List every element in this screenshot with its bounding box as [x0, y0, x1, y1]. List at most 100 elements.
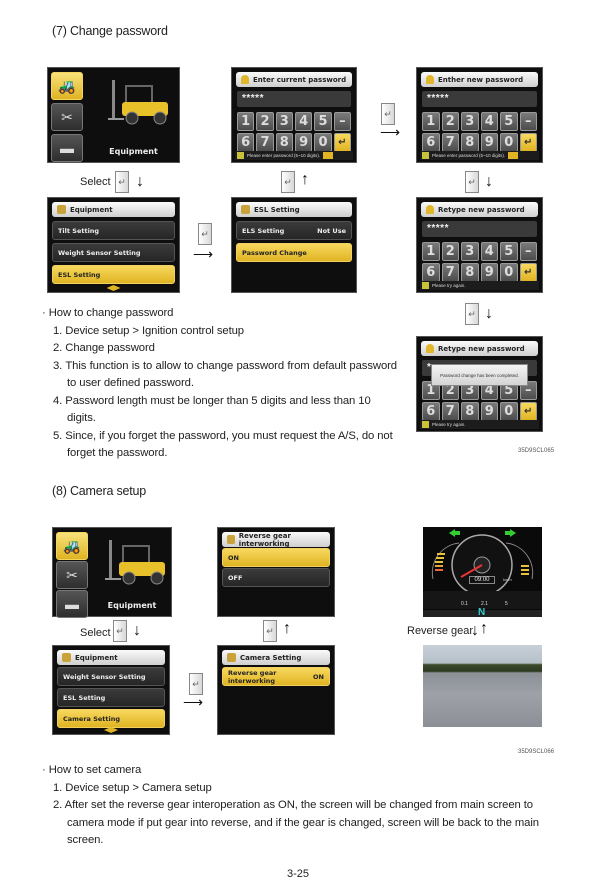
key-5[interactable]: 5 [500, 242, 518, 261]
key-0[interactable]: 0 [500, 133, 518, 152]
key-1[interactable]: 1 [422, 242, 440, 261]
menu-item-password-change[interactable]: Password Change [236, 243, 352, 262]
forklift-icon [62, 653, 71, 662]
key-2[interactable]: 2 [256, 112, 274, 131]
key-2[interactable]: 2 [441, 242, 459, 261]
key-9[interactable]: 9 [480, 133, 498, 152]
menu-item-els-setting[interactable]: ELS Setting Not Use [236, 221, 352, 240]
key-7[interactable]: 7 [441, 263, 459, 282]
forklift-icon [227, 653, 236, 662]
key-6[interactable]: 6 [422, 402, 440, 421]
status-text: Please try again. [432, 283, 466, 288]
instructions-heading: · How to change password [42, 307, 174, 319]
menu-item-reverse-gear[interactable]: Reverse gear interworking ON [222, 667, 330, 686]
select-label: Select [80, 176, 111, 188]
key-9[interactable]: 9 [480, 402, 498, 421]
speed-unit: km/h [503, 577, 512, 582]
page-number: 3-25 [287, 868, 310, 880]
option-label: ON [228, 553, 239, 562]
key-9[interactable]: 9 [480, 263, 498, 282]
menu-item-tilt-setting[interactable]: Tilt Setting [52, 221, 175, 240]
display-icon[interactable]: ▬ [51, 134, 83, 162]
equipment-tab-icon[interactable]: 🚜 [56, 532, 88, 560]
current-password-screen: Enter current password ***** 1 2 3 4 5 –… [231, 67, 357, 163]
select-label: Select [80, 627, 111, 639]
instruction-item: 5. Since, if you forget the password, yo… [53, 429, 393, 460]
key-4[interactable]: 4 [295, 112, 313, 131]
main-menu-screen: 🚜 ✂ ▬ Equipment [47, 67, 180, 163]
key-6[interactable]: 6 [422, 263, 440, 282]
scroll-updown-icon[interactable] [106, 285, 121, 291]
key-2[interactable]: 2 [441, 112, 459, 131]
tools-icon[interactable]: ✂ [51, 103, 83, 131]
screen-title: Retype new password [438, 344, 525, 353]
equipment-tab-icon[interactable]: 🚜 [51, 72, 83, 100]
key-7[interactable]: 7 [256, 133, 274, 152]
key-3[interactable]: 3 [275, 112, 293, 131]
instruction-item: 2. Change password [53, 342, 155, 354]
key-enter[interactable]: ↵ [519, 263, 537, 282]
menu-item-weight-sensor[interactable]: Weight Sensor Setting [57, 667, 165, 686]
option-on[interactable]: ON [222, 548, 330, 567]
tools-icon[interactable]: ✂ [56, 561, 88, 589]
key-8[interactable]: 8 [461, 133, 479, 152]
readout-2: 5 [505, 601, 508, 607]
figure-id: 35D9SCL066 [518, 749, 555, 755]
menu-item-esl-setting[interactable]: ESL Setting [52, 265, 175, 284]
key-7[interactable]: 7 [441, 402, 459, 421]
arrow-down-icon: ↓ [133, 622, 141, 639]
key-8[interactable]: 8 [461, 402, 479, 421]
arrow-right-icon: ⟶ [193, 246, 214, 262]
display-icon[interactable]: ▬ [56, 590, 88, 618]
heading-text: How to set camera [48, 764, 142, 776]
key-7[interactable]: 7 [441, 133, 459, 152]
key-3[interactable]: 3 [461, 242, 479, 261]
key-minus[interactable]: – [333, 112, 351, 131]
option-off[interactable]: OFF [222, 568, 330, 587]
retype-password-screen: Retype new password ***** 1 2 3 4 5 – 6 … [416, 197, 543, 293]
status-text: Please try again. [432, 422, 466, 427]
password-field[interactable]: ***** [422, 221, 537, 237]
key-4[interactable]: 4 [480, 112, 498, 131]
password-complete-screen: Retype new password *···· 1 2 3 4 5 – 6 … [416, 336, 543, 432]
key-1[interactable]: 1 [237, 112, 255, 131]
key-0[interactable]: 0 [500, 402, 518, 421]
key-3[interactable]: 3 [461, 112, 479, 131]
key-4[interactable]: 4 [480, 242, 498, 261]
arrow-right-icon: ⟶ [380, 124, 401, 140]
key-9[interactable]: 9 [295, 133, 313, 152]
instruction-item: 1. Device setup > Ignition control setup [53, 324, 244, 337]
main-menu-label: Equipment [107, 601, 157, 610]
menu-item-value: ON [313, 672, 324, 681]
password-field[interactable]: ***** [422, 91, 537, 107]
option-label: OFF [228, 573, 243, 582]
key-6[interactable]: 6 [237, 133, 255, 152]
key-8[interactable]: 8 [461, 263, 479, 282]
key-enter[interactable]: ↵ [519, 402, 537, 421]
lock-icon [426, 344, 434, 353]
key-5[interactable]: 5 [314, 112, 332, 131]
instruction-item: 3. This function is to allow to change p… [53, 359, 397, 390]
key-1[interactable]: 1 [422, 112, 440, 131]
menu-item-weight-sensor[interactable]: Weight Sensor Setting [52, 243, 175, 262]
key-8[interactable]: 8 [275, 133, 293, 152]
enter-key-icon: ↵ [113, 620, 127, 642]
forklift-icon [57, 205, 66, 214]
menu-item-esl-setting[interactable]: ESL Setting [57, 688, 165, 707]
key-6[interactable]: 6 [422, 133, 440, 152]
key-5[interactable]: 5 [500, 112, 518, 131]
key-enter[interactable]: ↵ [333, 133, 351, 152]
menu-item-camera-setting[interactable]: Camera Setting [57, 709, 165, 728]
key-minus[interactable]: – [519, 112, 537, 131]
password-field[interactable]: ***** [237, 91, 351, 107]
key-enter[interactable]: ↵ [519, 133, 537, 152]
screen-title: Equipment [75, 653, 118, 662]
menu-item-label: ELS Setting [242, 226, 285, 235]
readout-0: 0.1 [461, 601, 468, 607]
key-0[interactable]: 0 [314, 133, 332, 152]
key-minus[interactable]: – [519, 242, 537, 261]
key-0[interactable]: 0 [500, 263, 518, 282]
esl-setting-screen: ESL Setting ELS Setting Not Use Password … [231, 197, 357, 293]
main-dashboard-screen: 09:00 km/h 0.1 2.1 5 N [423, 527, 542, 617]
info-icon [422, 421, 429, 428]
